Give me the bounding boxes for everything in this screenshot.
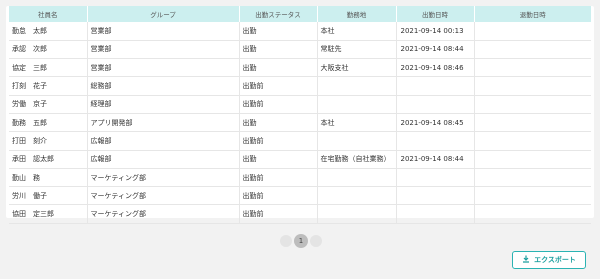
employee-name-cell: 承田 認太郎 <box>9 150 88 169</box>
status-cell: 出勤 <box>239 58 318 78</box>
clock-in-cell: 2021-09-14 00:13 <box>396 22 475 41</box>
attendance-card: 社員名 グループ 出勤ステータス 勤務地 出勤日時 退勤日時 勤怠 太郎 営業部出… <box>6 6 594 224</box>
table-row[interactable]: 協田 定三郎 マーケティング部 出勤前 <box>9 204 591 224</box>
table-row[interactable]: 協定 三郎 営業部 出勤 大阪支社 2021-09-14 08:46 <box>9 58 591 78</box>
status-cell: 出勤前 <box>239 95 318 114</box>
prev-page-button[interactable] <box>280 235 292 247</box>
employee-name-cell: 労川 働子 <box>9 186 88 206</box>
clock-in-cell <box>396 168 475 188</box>
group-cell: マーケティング部 <box>87 204 240 224</box>
location-cell <box>317 186 397 206</box>
column-header-clock-in[interactable]: 出勤日時 <box>396 6 475 22</box>
table-row[interactable]: 勤務 五郎 アプリ開発部 出勤 本社 2021-09-14 08:45 <box>9 113 591 133</box>
group-cell: 広報部 <box>87 131 240 151</box>
clock-in-cell: 2021-09-14 08:45 <box>396 113 475 133</box>
clock-out-cell <box>474 204 591 224</box>
clock-in-cell <box>396 95 475 114</box>
column-header-employee-name[interactable]: 社員名 <box>9 6 88 22</box>
location-cell: 本社 <box>317 113 397 133</box>
pagination: 1 <box>280 234 322 248</box>
export-button[interactable]: エクスポート <box>512 251 586 269</box>
status-cell: 出勤前 <box>239 76 318 96</box>
clock-out-cell <box>474 131 591 151</box>
status-cell: 出勤前 <box>239 204 318 224</box>
group-cell: 営業部 <box>87 40 240 60</box>
status-cell: 出勤 <box>239 150 318 169</box>
table-row[interactable]: 労働 京子 経理部 出勤前 <box>9 95 591 114</box>
column-header-clock-out[interactable]: 退勤日時 <box>474 6 591 22</box>
employee-name-cell: 打刻 花子 <box>9 76 88 96</box>
column-header-status[interactable]: 出勤ステータス <box>239 6 318 22</box>
clock-out-cell <box>474 40 591 60</box>
next-page-button[interactable] <box>310 235 322 247</box>
page-number-button[interactable]: 1 <box>294 234 308 248</box>
location-cell: 在宅勤務（自社業務） <box>317 150 397 169</box>
location-cell <box>317 204 397 224</box>
location-cell <box>317 76 397 96</box>
employee-name-cell: 承認 次郎 <box>9 40 88 60</box>
employee-name-cell: 勤怠 太郎 <box>9 22 88 41</box>
group-cell: 広報部 <box>87 150 240 169</box>
table-row[interactable]: 勤山 務マーケティング部 出勤前 <box>9 168 591 188</box>
employee-name-cell: 勤山 務 <box>9 168 88 188</box>
location-cell: 常駐先 <box>317 40 397 60</box>
clock-in-cell <box>396 131 475 151</box>
employee-name-cell: 打田 刻介 <box>9 131 88 151</box>
table-row[interactable]: 打刻 花子 総務部 出勤前 <box>9 76 591 96</box>
clock-out-cell <box>474 95 591 114</box>
employee-name-cell: 協定 三郎 <box>9 58 88 78</box>
group-cell: 総務部 <box>87 76 240 96</box>
attendance-table: 社員名 グループ 出勤ステータス 勤務地 出勤日時 退勤日時 勤怠 太郎 営業部出… <box>9 6 591 224</box>
table-header-row: 社員名 グループ 出勤ステータス 勤務地 出勤日時 退勤日時 <box>9 6 591 22</box>
status-cell: 出勤 <box>239 22 318 41</box>
column-header-location[interactable]: 勤務地 <box>317 6 397 22</box>
export-label: エクスポート <box>534 256 576 264</box>
group-cell: アプリ開発部 <box>87 113 240 133</box>
clock-in-cell: 2021-09-14 08:46 <box>396 58 475 78</box>
clock-in-cell <box>396 204 475 224</box>
location-cell <box>317 168 397 188</box>
group-cell: マーケティング部 <box>87 168 240 188</box>
clock-out-cell <box>474 58 591 78</box>
column-header-group[interactable]: グループ <box>87 6 240 22</box>
status-cell: 出勤 <box>239 113 318 133</box>
table-row[interactable]: 承認 次郎 営業部 出勤 常駐先 2021-09-14 08:44 <box>9 40 591 60</box>
employee-name-cell: 勤務 五郎 <box>9 113 88 133</box>
group-cell: マーケティング部 <box>87 186 240 206</box>
location-cell <box>317 95 397 114</box>
status-cell: 出勤 <box>239 40 318 60</box>
clock-out-cell <box>474 22 591 41</box>
group-cell: 営業部 <box>87 22 240 41</box>
table-row[interactable]: 労川 働子 マーケティング部 出勤前 <box>9 186 591 206</box>
table-row[interactable]: 打田 刻介 広報部 出勤前 <box>9 131 591 151</box>
clock-in-cell: 2021-09-14 08:44 <box>396 150 475 169</box>
clock-out-cell <box>474 168 591 188</box>
clock-in-cell <box>396 186 475 206</box>
table-row[interactable]: 承田 認太郎 広報部 出勤 在宅勤務（自社業務） 2021-09-14 08:44 <box>9 150 591 169</box>
download-icon <box>522 255 530 265</box>
group-cell: 営業部 <box>87 58 240 78</box>
clock-out-cell <box>474 113 591 133</box>
employee-name-cell: 協田 定三郎 <box>9 204 88 224</box>
status-cell: 出勤前 <box>239 168 318 188</box>
clock-out-cell <box>474 76 591 96</box>
employee-name-cell: 労働 京子 <box>9 95 88 114</box>
status-cell: 出勤前 <box>239 131 318 151</box>
status-cell: 出勤前 <box>239 186 318 206</box>
group-cell: 経理部 <box>87 95 240 114</box>
table-row[interactable]: 勤怠 太郎 営業部 出勤 本社 2021-09-14 00:13 <box>9 22 591 41</box>
location-cell <box>317 131 397 151</box>
clock-in-cell <box>396 76 475 96</box>
clock-out-cell <box>474 186 591 206</box>
clock-out-cell <box>474 150 591 169</box>
location-cell: 本社 <box>317 22 397 41</box>
clock-in-cell: 2021-09-14 08:44 <box>396 40 475 60</box>
location-cell: 大阪支社 <box>317 58 397 78</box>
